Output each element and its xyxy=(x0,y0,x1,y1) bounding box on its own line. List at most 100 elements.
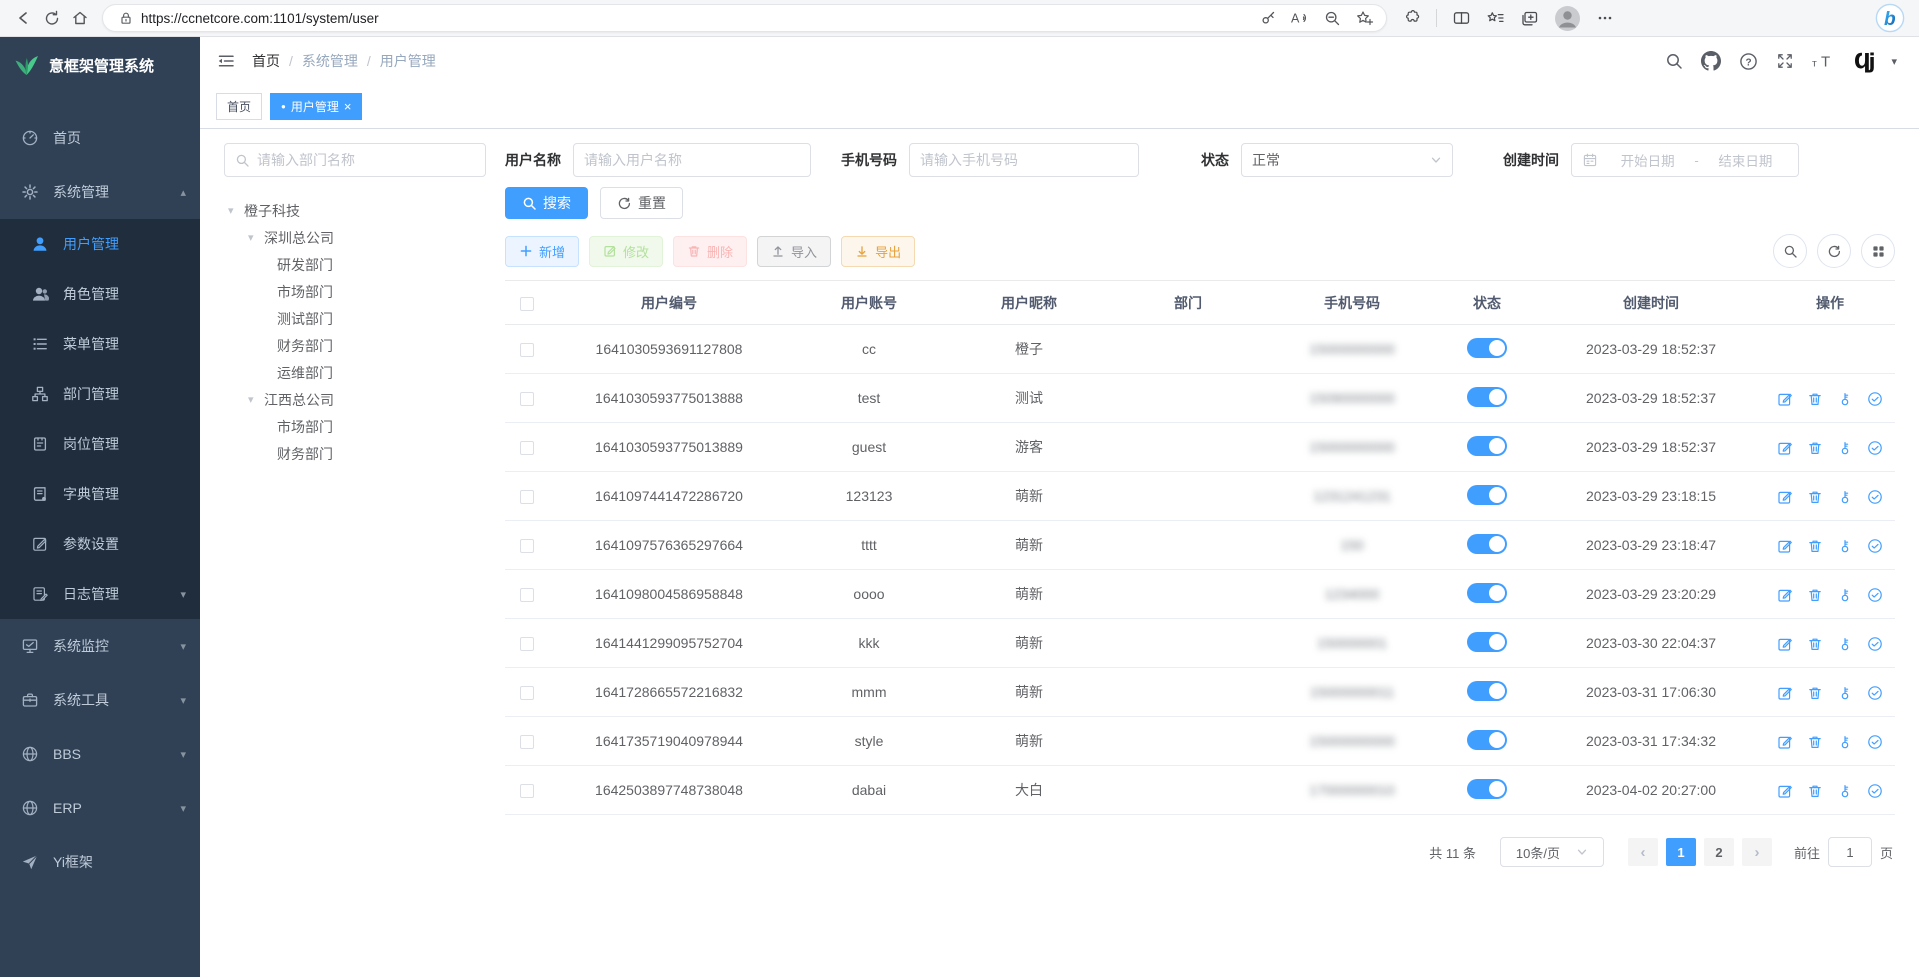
page-size-select[interactable]: 10条/页 xyxy=(1500,837,1604,867)
row-checkbox[interactable] xyxy=(520,588,534,602)
export-button[interactable]: 导出 xyxy=(841,236,915,267)
github-icon[interactable] xyxy=(1701,51,1721,71)
row-assign-role-button[interactable] xyxy=(1867,734,1883,750)
row-edit-button[interactable] xyxy=(1777,587,1793,603)
sidebar-item-monitor[interactable]: 系统监控▾ xyxy=(0,619,200,673)
row-assign-role-button[interactable] xyxy=(1867,440,1883,456)
sidebar-item-post[interactable]: 岗位管理 xyxy=(0,419,200,469)
chevron-down-icon[interactable]: ▾ xyxy=(1891,55,1897,68)
status-toggle[interactable] xyxy=(1467,485,1507,505)
font-size-icon[interactable]: тT xyxy=(1812,53,1836,70)
row-edit-button[interactable] xyxy=(1777,783,1793,799)
row-checkbox[interactable] xyxy=(520,784,534,798)
collapse-sidebar-icon[interactable] xyxy=(216,52,236,70)
status-toggle[interactable] xyxy=(1467,534,1507,554)
split-screen-icon[interactable] xyxy=(1452,10,1471,26)
refresh-icon[interactable] xyxy=(38,4,66,32)
row-checkbox[interactable] xyxy=(520,735,534,749)
row-edit-button[interactable] xyxy=(1777,685,1793,701)
row-reset-password-button[interactable] xyxy=(1837,734,1853,750)
breadcrumb-item[interactable]: 系统管理 xyxy=(302,51,358,71)
status-toggle[interactable] xyxy=(1467,583,1507,603)
zoom-out-icon[interactable] xyxy=(1324,10,1341,27)
row-reset-password-button[interactable] xyxy=(1837,538,1853,554)
row-checkbox[interactable] xyxy=(520,343,534,357)
back-icon[interactable] xyxy=(10,4,38,32)
row-edit-button[interactable] xyxy=(1777,538,1793,554)
status-toggle[interactable] xyxy=(1467,632,1507,652)
row-delete-button[interactable] xyxy=(1807,391,1823,407)
edit-button[interactable]: 修改 xyxy=(589,236,663,267)
tree-node[interactable]: 市场部门 xyxy=(224,278,486,305)
sidebar-item-system[interactable]: 系统管理▴ xyxy=(0,165,200,219)
row-delete-button[interactable] xyxy=(1807,440,1823,456)
row-checkbox[interactable] xyxy=(520,539,534,553)
row-reset-password-button[interactable] xyxy=(1837,636,1853,652)
delete-button[interactable]: 删除 xyxy=(673,236,747,267)
search-icon[interactable] xyxy=(1665,52,1683,70)
add-favorite-icon[interactable] xyxy=(1355,10,1374,27)
row-reset-password-button[interactable] xyxy=(1837,587,1853,603)
page-number-button[interactable]: 1 xyxy=(1666,838,1696,866)
row-edit-button[interactable] xyxy=(1777,636,1793,652)
tree-node[interactable]: 财务部门 xyxy=(224,332,486,359)
help-icon[interactable]: ? xyxy=(1739,52,1758,71)
row-assign-role-button[interactable] xyxy=(1867,636,1883,652)
close-icon[interactable]: × xyxy=(344,99,352,114)
sidebar-item-param[interactable]: 参数设置 xyxy=(0,519,200,569)
add-button[interactable]: 新增 xyxy=(505,236,579,267)
columns-button[interactable] xyxy=(1861,234,1895,268)
row-edit-button[interactable] xyxy=(1777,391,1793,407)
status-toggle[interactable] xyxy=(1467,730,1507,750)
status-toggle[interactable] xyxy=(1467,436,1507,456)
tree-caret-icon[interactable]: ▾ xyxy=(248,393,264,406)
row-delete-button[interactable] xyxy=(1807,685,1823,701)
tree-node[interactable]: 市场部门 xyxy=(224,413,486,440)
tree-node[interactable]: ▾江西总公司 xyxy=(224,386,486,413)
row-delete-button[interactable] xyxy=(1807,734,1823,750)
row-assign-role-button[interactable] xyxy=(1867,685,1883,701)
row-edit-button[interactable] xyxy=(1777,489,1793,505)
fullscreen-icon[interactable] xyxy=(1776,52,1794,70)
show-search-button[interactable] xyxy=(1773,234,1807,268)
row-delete-button[interactable] xyxy=(1807,489,1823,505)
refresh-table-button[interactable] xyxy=(1817,234,1851,268)
row-reset-password-button[interactable] xyxy=(1837,489,1853,505)
row-assign-role-button[interactable] xyxy=(1867,587,1883,603)
search-button[interactable]: 搜索 xyxy=(505,187,588,219)
date-range-picker[interactable]: 开始日期 - 结束日期 xyxy=(1571,143,1799,177)
sidebar-item-tools[interactable]: 系统工具▾ xyxy=(0,673,200,727)
tab-active[interactable]: ●用户管理× xyxy=(270,93,362,120)
row-checkbox[interactable] xyxy=(520,637,534,651)
tree-node[interactable]: 运维部门 xyxy=(224,359,486,386)
row-delete-button[interactable] xyxy=(1807,538,1823,554)
extensions-icon[interactable] xyxy=(1403,9,1421,27)
next-page-button[interactable]: › xyxy=(1742,838,1772,866)
row-checkbox[interactable] xyxy=(520,392,534,406)
row-reset-password-button[interactable] xyxy=(1837,685,1853,701)
goto-page-input[interactable] xyxy=(1828,837,1872,867)
row-reset-password-button[interactable] xyxy=(1837,440,1853,456)
tree-node[interactable]: 测试部门 xyxy=(224,305,486,332)
sidebar-item-erp[interactable]: ERP▾ xyxy=(0,781,200,835)
collections-icon[interactable] xyxy=(1520,10,1539,27)
read-aloud-icon[interactable]: A xyxy=(1291,10,1310,26)
status-select[interactable]: 正常 xyxy=(1241,143,1453,177)
address-bar[interactable]: https://ccnetcore.com:1101/system/user A xyxy=(102,4,1387,32)
sidebar-item-yi[interactable]: Yi框架 xyxy=(0,835,200,889)
row-assign-role-button[interactable] xyxy=(1867,538,1883,554)
row-assign-role-button[interactable] xyxy=(1867,489,1883,505)
sidebar-item-dict[interactable]: 字典管理 xyxy=(0,469,200,519)
tree-caret-icon[interactable]: ▾ xyxy=(228,204,244,217)
row-edit-button[interactable] xyxy=(1777,440,1793,456)
dept-search-input[interactable] xyxy=(257,152,475,168)
sidebar-item-bbs[interactable]: BBS▾ xyxy=(0,727,200,781)
sidebar-item-role[interactable]: 角色管理 xyxy=(0,269,200,319)
status-toggle[interactable] xyxy=(1467,387,1507,407)
username-input[interactable] xyxy=(584,152,800,168)
url-text[interactable]: https://ccnetcore.com:1101/system/user xyxy=(141,11,1260,26)
more-menu-icon[interactable] xyxy=(1596,10,1614,26)
row-delete-button[interactable] xyxy=(1807,636,1823,652)
tree-node[interactable]: ▾橙子科技 xyxy=(224,197,486,224)
row-assign-role-button[interactable] xyxy=(1867,783,1883,799)
